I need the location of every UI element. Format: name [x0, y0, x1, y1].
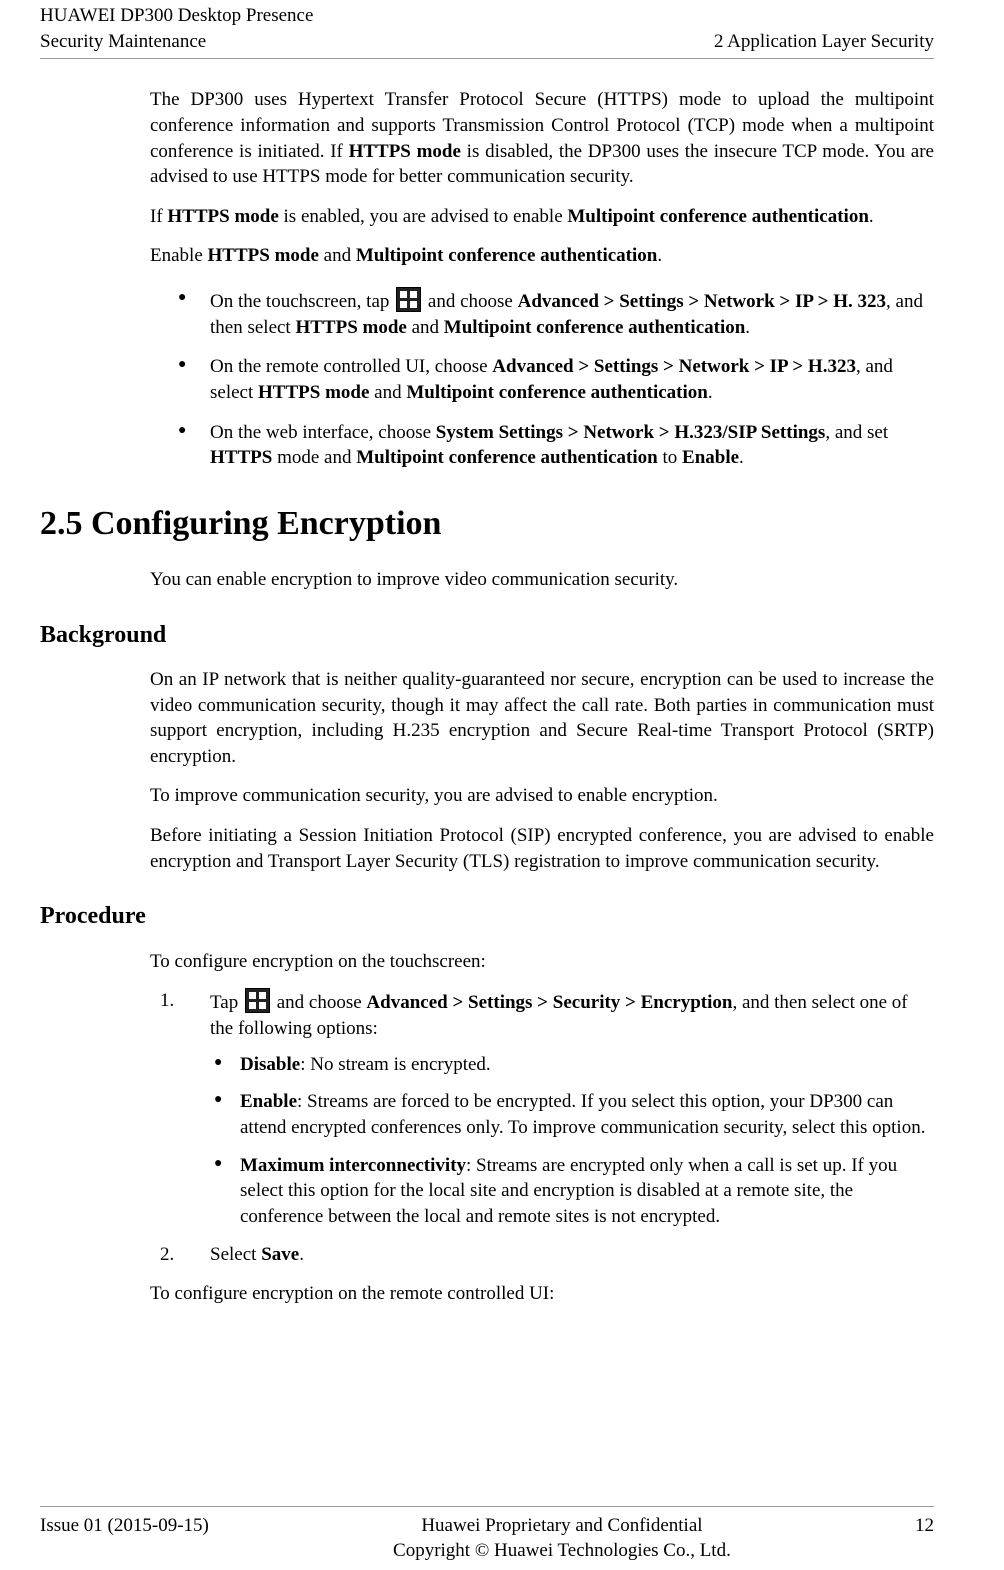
footer-copyright: Copyright © Huawei Technologies Co., Ltd…	[393, 1538, 731, 1564]
list-item: On the touchscreen, tap and choose Advan…	[150, 287, 934, 340]
paragraph: To configure encryption on the remote co…	[150, 1281, 934, 1307]
paragraph: Enable HTTPS mode and Multipoint confere…	[150, 243, 934, 269]
paragraph: If HTTPS mode is enabled, you are advise…	[150, 204, 934, 230]
list-item: 1. Tap and choose Advanced > Settings > …	[150, 988, 934, 1229]
section-intro-block: You can enable encryption to improve vid…	[150, 567, 934, 593]
list-item: Disable: No stream is encrypted.	[210, 1052, 934, 1078]
section-title: 2.5 Configuring Encryption	[40, 501, 934, 547]
footer-center: Huawei Proprietary and Confidential Copy…	[393, 1513, 731, 1564]
list-item: On the web interface, choose System Sett…	[150, 420, 934, 471]
step-number: 1.	[160, 988, 174, 1014]
apps-grid-icon	[245, 988, 270, 1013]
list-item: Enable: Streams are forced to be encrypt…	[210, 1089, 934, 1140]
step-number: 2.	[160, 1242, 174, 1268]
content-block-1: The DP300 uses Hypertext Transfer Protoc…	[150, 87, 934, 471]
background-block: On an IP network that is neither quality…	[150, 667, 934, 874]
paragraph: The DP300 uses Hypertext Transfer Protoc…	[150, 87, 934, 190]
subsection-heading: Background	[40, 619, 934, 651]
bullet-list: On the touchscreen, tap and choose Advan…	[150, 287, 934, 471]
paragraph: To configure encryption on the touchscre…	[150, 949, 934, 975]
page-footer: Issue 01 (2015-09-15) Huawei Proprietary…	[40, 1506, 934, 1570]
paragraph: On an IP network that is neither quality…	[150, 667, 934, 770]
subsection-heading: Procedure	[40, 900, 934, 932]
footer-page-number: 12	[915, 1513, 934, 1564]
header-title-line2: Security Maintenance	[40, 29, 313, 55]
header-left: HUAWEI DP300 Desktop Presence Security M…	[40, 3, 313, 54]
apps-grid-icon	[396, 287, 421, 312]
nested-bullet-list: Disable: No stream is encrypted. Enable:…	[210, 1052, 934, 1230]
document-page: HUAWEI DP300 Desktop Presence Security M…	[0, 0, 1004, 1570]
procedure-block: To configure encryption on the touchscre…	[150, 949, 934, 1307]
ordered-list: 1. Tap and choose Advanced > Settings > …	[150, 988, 934, 1267]
paragraph: Before initiating a Session Initiation P…	[150, 823, 934, 874]
list-item: On the remote controlled UI, choose Adva…	[150, 354, 934, 405]
footer-confidential: Huawei Proprietary and Confidential	[393, 1513, 731, 1539]
footer-left: Issue 01 (2015-09-15)	[40, 1513, 209, 1564]
header-title-line1: HUAWEI DP300 Desktop Presence	[40, 3, 313, 29]
page-header: HUAWEI DP300 Desktop Presence Security M…	[40, 0, 934, 59]
header-right: 2 Application Layer Security	[714, 29, 934, 55]
list-item: Maximum interconnectivity: Streams are e…	[210, 1153, 934, 1230]
paragraph: You can enable encryption to improve vid…	[150, 567, 934, 593]
paragraph: To improve communication security, you a…	[150, 783, 934, 809]
list-item: 2. Select Save.	[150, 1242, 934, 1268]
